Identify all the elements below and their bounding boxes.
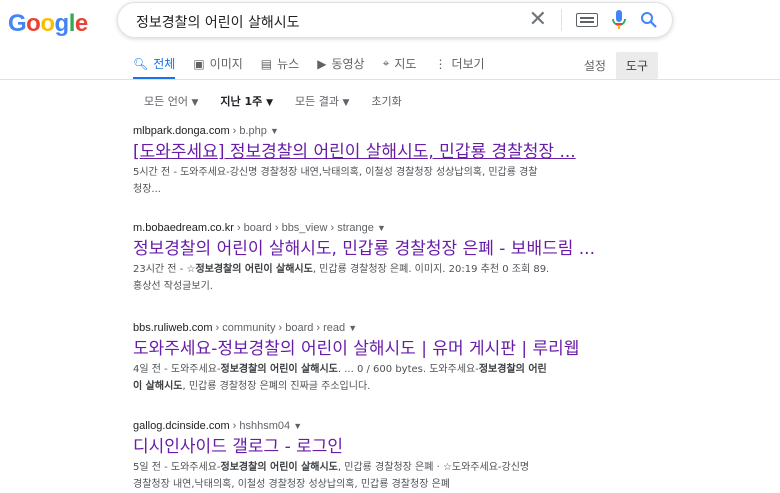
search-box[interactable]: 정보경찰의 어린이 살해시도 ✕ — [117, 2, 673, 38]
map-pin-icon: ⌖ — [382, 56, 390, 70]
tab-label: 더보기 — [451, 57, 485, 71]
result-url[interactable]: m.bobaedream.co.kr › board › bbs_view › … — [133, 222, 623, 234]
snippet-text: . ... 0 / 600 bytes. 도와주세요- — [337, 364, 479, 375]
search-icon[interactable] — [640, 11, 658, 29]
tab-label: 이미지 — [209, 57, 243, 71]
keyboard-icon[interactable] — [576, 13, 598, 27]
tab-more[interactable]: ⋮ 더보기 — [434, 55, 484, 80]
filter-bar: 모든 언어 ▼ 지난 1주 ▼ 모든 결과 ▼ 초기화 — [144, 93, 402, 109]
tool-links: 설정 도구 — [584, 52, 658, 79]
divider — [0, 79, 780, 80]
snippet-highlight: 정보경찰의 어린 — [478, 364, 547, 375]
filter-label: 모든 언어 — [144, 95, 188, 108]
tools-button[interactable]: 도구 — [615, 52, 658, 79]
caret-down-icon[interactable]: ▼ — [270, 126, 279, 136]
result-path: › hshhsm04 — [229, 420, 291, 432]
caret-down-icon[interactable]: ▼ — [377, 223, 386, 233]
result-title[interactable]: 디시인사이드 갤로그 - 로그인 — [133, 436, 623, 458]
snippet-text: , 민갑룡 경찰청장 은폐의 진짜글 주소입니다. — [182, 381, 371, 392]
results-filter[interactable]: 모든 결과 ▼ — [295, 93, 349, 109]
result-path: › b.php — [229, 125, 267, 137]
clear-icon[interactable]: ✕ — [529, 9, 547, 31]
caret-down-icon: ▼ — [191, 98, 199, 108]
result-domain: m.bobaedream.co.kr — [133, 222, 234, 234]
result-path: › board › bbs_view › strange — [233, 222, 374, 234]
divider — [561, 9, 562, 31]
logo-letter: e — [74, 10, 88, 37]
result-snippet: 5일 전 - 도와주세요-정보경찰의 어린이 살해시도, 민갑룡 경찰청장 은폐… — [133, 459, 623, 493]
snippet-text: 4일 전 - 도와주세요- — [133, 364, 221, 375]
caret-down-icon: ▼ — [266, 98, 274, 108]
snippet-highlight: 정보경찰의 어린이 살해시도 — [195, 264, 313, 275]
video-icon: ▶ — [317, 56, 327, 71]
result-url[interactable]: bbs.ruliweb.com › community › board › re… — [133, 322, 623, 334]
search-result: gallog.dcinside.com › hshhsm04 ▼ 디시인사이드 … — [133, 420, 623, 493]
search-icon: 🔍︎ — [133, 56, 149, 71]
search-tabs: 🔍︎ 전체 ▣ 이미지 ▤ 뉴스 ▶ 동영상 ⌖ 지도 ⋮ 더보기 — [133, 55, 485, 80]
snippet-text: 홍상선 작성글보기. — [133, 281, 213, 292]
snippet-highlight: 이 살해시도 — [133, 381, 183, 392]
tab-images[interactable]: ▣ 이미지 — [193, 55, 242, 80]
snippet-text: 23시간 전 - ☆ — [133, 264, 196, 275]
more-vert-icon: ⋮ — [434, 56, 447, 71]
settings-link[interactable]: 설정 — [584, 57, 606, 74]
result-title[interactable]: 정보경찰의 어린이 살해시도, 민갑룡 경찰청장 은폐 - 보배드림 ... — [133, 238, 623, 260]
tab-label: 전체 — [153, 57, 176, 71]
result-title[interactable]: [도와주세요] 정보경찰의 어린이 살해시도, 민갑룡 경찰청장 ... — [133, 141, 623, 163]
caret-down-icon[interactable]: ▼ — [293, 421, 302, 431]
time-filter[interactable]: 지난 1주 ▼ — [220, 93, 273, 109]
filter-label: 지난 1주 — [220, 95, 263, 108]
news-icon: ▤ — [260, 56, 273, 71]
reset-filter[interactable]: 초기화 — [371, 93, 401, 109]
image-icon: ▣ — [193, 56, 205, 71]
caret-down-icon: ▼ — [342, 98, 350, 108]
search-result: m.bobaedream.co.kr › board › bbs_view › … — [133, 222, 623, 295]
snippet-highlight: 정보경찰의 어린이 살해시도 — [220, 364, 338, 375]
tab-label: 지도 — [394, 57, 417, 71]
result-title[interactable]: 도와주세요-정보경찰의 어린이 살해시도 | 유머 게시판 | 루리웹 — [133, 338, 623, 360]
search-input[interactable]: 정보경찰의 어린이 살해시도 — [136, 12, 299, 32]
search-result: bbs.ruliweb.com › community › board › re… — [133, 322, 623, 395]
result-domain: mlbpark.donga.com — [133, 125, 230, 137]
result-snippet: 4일 전 - 도와주세요-정보경찰의 어린이 살해시도. ... 0 / 600… — [133, 361, 623, 395]
tab-news[interactable]: ▤ 뉴스 — [261, 55, 299, 80]
result-url[interactable]: mlbpark.donga.com › b.php ▼ — [133, 125, 623, 137]
filter-label: 모든 결과 — [295, 95, 339, 108]
result-path: › community › board › read — [212, 322, 346, 334]
language-filter[interactable]: 모든 언어 ▼ — [144, 93, 198, 109]
snippet-text: 청장... — [133, 184, 161, 195]
google-logo[interactable]: Google — [8, 10, 88, 38]
tab-maps[interactable]: ⌖ 지도 — [383, 55, 417, 80]
snippet-text: 5일 전 - 도와주세요- — [133, 462, 221, 473]
search-result: mlbpark.donga.com › b.php ▼ [도와주세요] 정보경찰… — [133, 125, 623, 198]
caret-down-icon[interactable]: ▼ — [348, 323, 357, 333]
snippet-text: , 민갑룡 경찰청장 은폐 · ☆도와주세요-강신명 — [337, 462, 530, 473]
result-domain: bbs.ruliweb.com — [133, 322, 213, 334]
snippet-text: , 민갑룡 경찰청장 은폐. 이미지. 20:19 추천 0 조회 89. — [312, 264, 550, 275]
result-url[interactable]: gallog.dcinside.com › hshhsm04 ▼ — [133, 420, 623, 432]
logo-letter: g — [54, 10, 70, 37]
snippet-text: 5시간 전 - 도와주세요-강신명 경찰청장 내연,낙태의혹, 이철성 경찰청장… — [133, 167, 538, 178]
logo-letter: o — [26, 10, 41, 37]
snippet-highlight: 정보경찰의 어린이 살해시도 — [220, 462, 338, 473]
snippet-text: 경찰청장 내연,낙태의혹, 이철성 경찰청장 성상납의혹, 민갑룡 경찰청장 은… — [133, 479, 450, 490]
logo-letter: o — [40, 10, 55, 37]
tab-label: 뉴스 — [277, 57, 300, 71]
tab-videos[interactable]: ▶ 동영상 — [317, 55, 364, 80]
logo-letter: G — [8, 10, 27, 37]
result-snippet: 5시간 전 - 도와주세요-강신명 경찰청장 내연,낙태의혹, 이철성 경찰청장… — [133, 164, 623, 198]
result-snippet: 23시간 전 - ☆정보경찰의 어린이 살해시도, 민갑룡 경찰청장 은폐. 이… — [133, 261, 623, 295]
tab-all[interactable]: 🔍︎ 전체 — [133, 55, 176, 80]
result-domain: gallog.dcinside.com — [133, 420, 230, 432]
tab-label: 동영상 — [331, 57, 365, 71]
microphone-icon[interactable] — [612, 10, 626, 30]
